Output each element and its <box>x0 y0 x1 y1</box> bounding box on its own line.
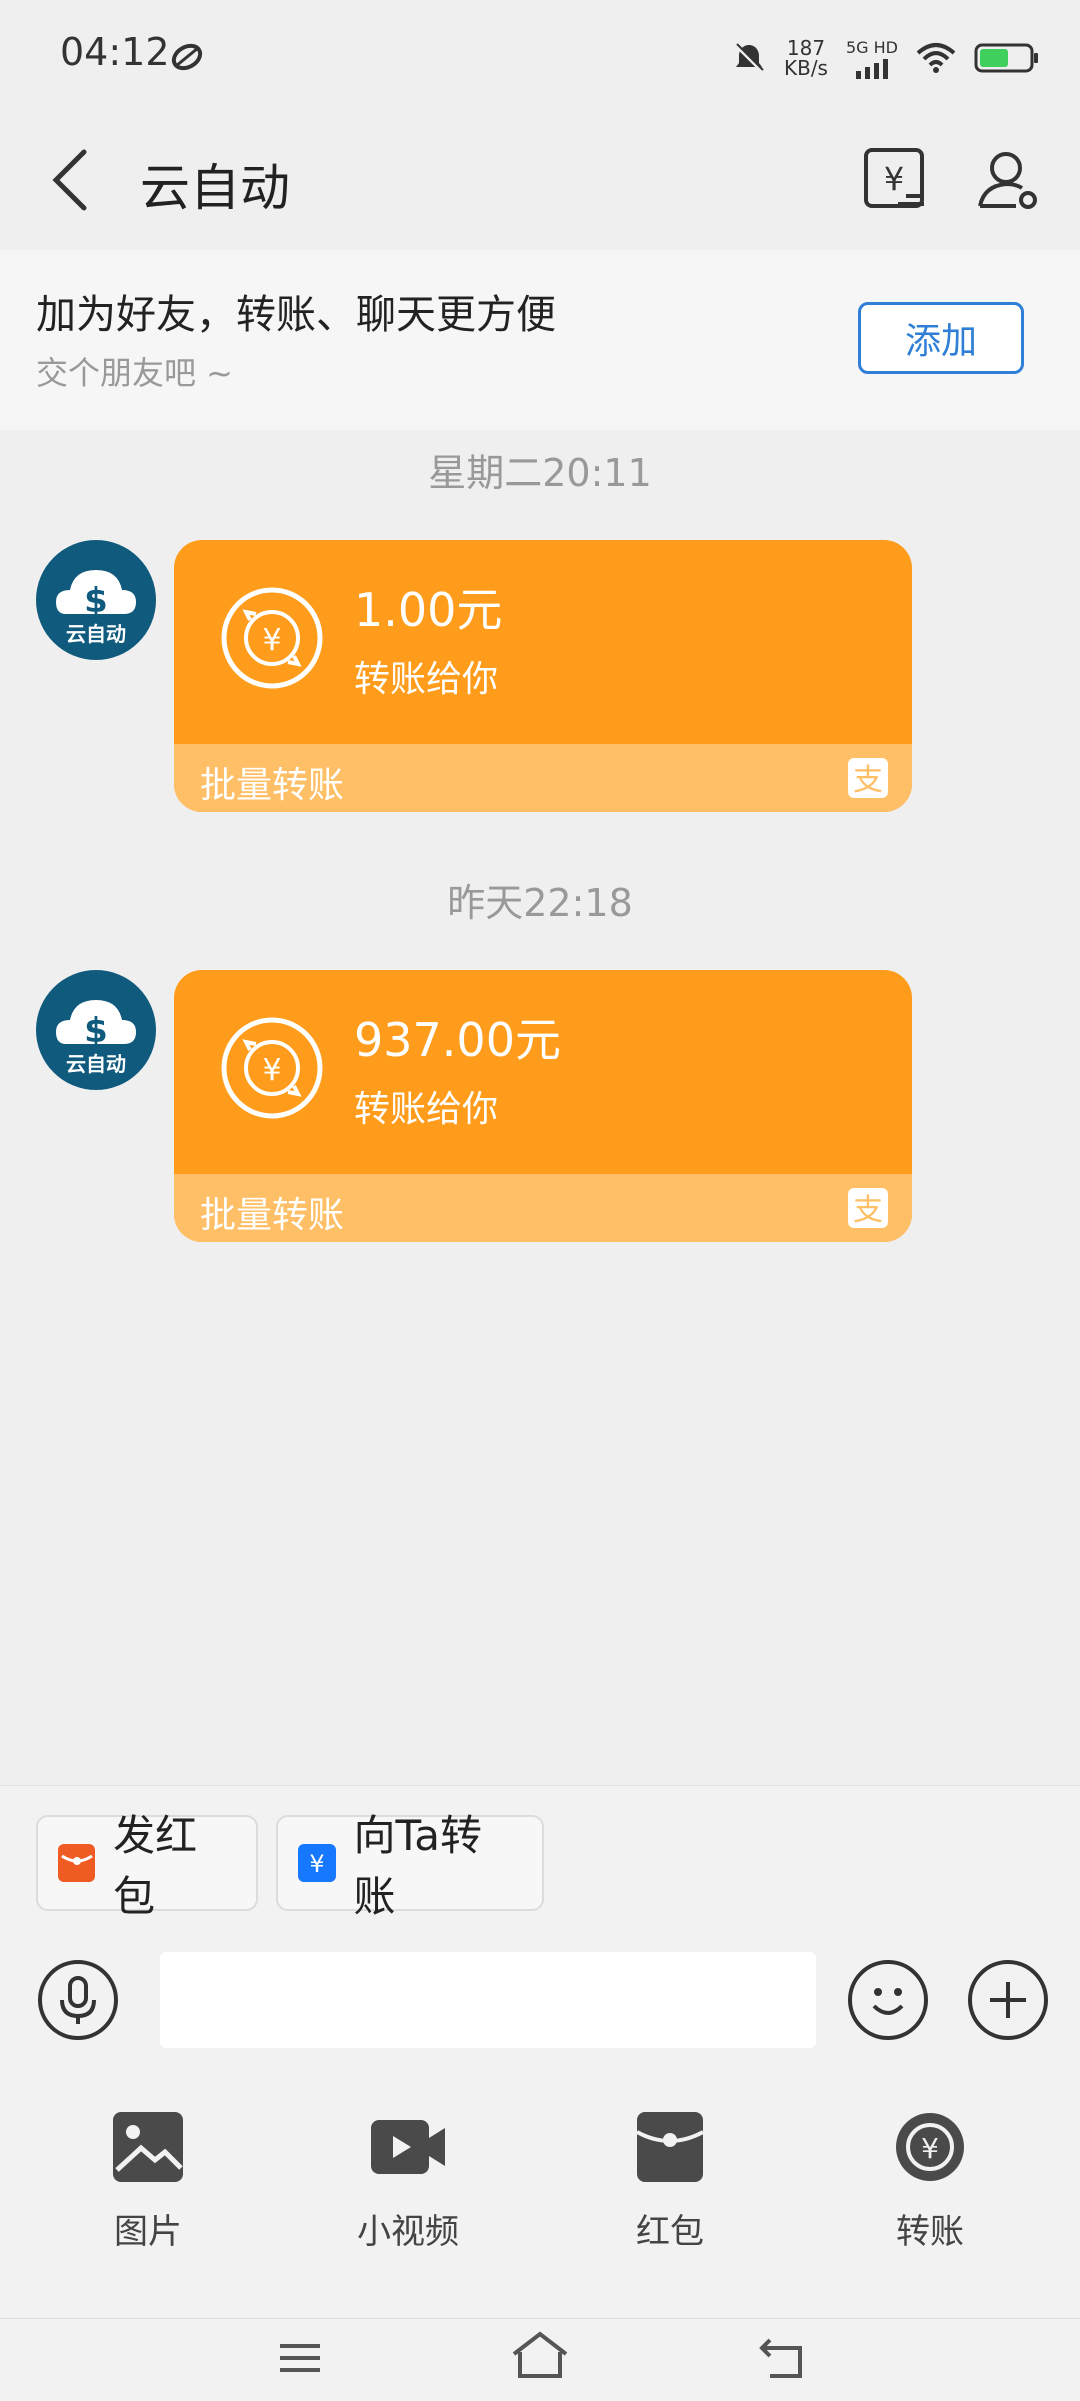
send-red-packet-label: 发红包 <box>113 1811 198 1921</box>
network-type: 5G HD <box>845 37 898 57</box>
voice-button[interactable] <box>38 1960 118 2040</box>
transfer-card-icon: ¥ <box>298 1844 336 1882</box>
alipay-icon: 支 <box>848 758 888 798</box>
smiley-icon <box>872 1988 904 2015</box>
back-nav-icon[interactable] <box>756 2332 808 2384</box>
send-red-packet-button[interactable]: 发红包 <box>36 1811 258 1921</box>
back-icon[interactable] <box>46 148 96 212</box>
red-packet-icon <box>636 2112 704 2182</box>
tool-video[interactable]: 小视频 <box>308 2110 508 2253</box>
card-footer: 批量转账 支 <box>174 744 912 812</box>
transfer-icon: ¥ <box>896 2113 964 2181</box>
transfer-to-ta-label: 向Ta转账 <box>353 1811 482 1921</box>
battery-icon <box>974 43 1038 73</box>
plus-icon <box>990 1982 1026 2018</box>
card-footer-label: 批量转账 <box>200 1195 345 1236</box>
tool-label: 图片 <box>114 2212 182 2252</box>
signal-indicator: 5G HD <box>846 38 898 79</box>
tool-label: 红包 <box>636 2212 704 2252</box>
avatar[interactable]: $ 云自动 <box>36 540 156 660</box>
transfer-amount: 1.00元 <box>354 583 503 637</box>
emoji-button[interactable] <box>848 1960 928 2040</box>
svg-text:¥: ¥ <box>262 1053 281 1088</box>
transfer-description: 转账给你 <box>354 659 499 700</box>
svg-text:¥: ¥ <box>309 1850 324 1878</box>
bill-icon[interactable]: ¥ <box>862 146 928 214</box>
tool-image[interactable]: 图片 <box>48 2110 248 2253</box>
avatar-label: 云自动 <box>66 1052 126 1076</box>
signal-bars-icon <box>855 58 888 79</box>
svg-text:$: $ <box>84 581 108 621</box>
microphone-icon <box>60 1976 96 2024</box>
tool-transfer[interactable]: ¥ 转账 <box>830 2110 1030 2253</box>
status-time: 04:12 <box>60 30 170 74</box>
transfer-description: 转账给你 <box>354 1089 499 1130</box>
alipay-icon: 支 <box>848 1188 888 1228</box>
message-time: 星期二20:11 <box>428 451 652 495</box>
tool-red-packet[interactable]: 红包 <box>570 2110 770 2253</box>
home-icon[interactable] <box>510 2330 570 2382</box>
video-icon <box>371 2120 445 2174</box>
transfer-amount: 937.00元 <box>354 1013 561 1067</box>
more-button[interactable] <box>968 1960 1048 2040</box>
profile-icon[interactable] <box>976 148 1040 212</box>
svg-text:¥: ¥ <box>921 2132 939 2165</box>
menu-icon[interactable] <box>276 2334 324 2382</box>
net-speed: 187 KB/s <box>784 38 828 78</box>
image-icon <box>113 2112 183 2182</box>
net-speed-value: 187 <box>786 36 826 60</box>
transfer-card[interactable]: ¥ 1.00元 转账给你 批量转账 支 <box>174 540 912 812</box>
message-input[interactable] <box>160 1952 816 2048</box>
message-time: 昨天22:18 <box>447 881 633 925</box>
tool-label: 转账 <box>896 2212 964 2252</box>
banner-subtitle: 交个朋友吧 ~ <box>36 354 233 392</box>
avatar[interactable]: $ 云自动 <box>36 970 156 1090</box>
status-icons: 187 KB/s 5G HD <box>732 30 1040 86</box>
avatar-label: 云自动 <box>66 622 126 646</box>
page-title: 云自动 <box>140 159 290 217</box>
svg-text:$: $ <box>84 1011 108 1051</box>
mute-bell-icon <box>734 43 764 73</box>
card-footer: 批量转账 支 <box>174 1174 912 1242</box>
svg-text:¥: ¥ <box>262 623 281 658</box>
svg-text:支: 支 <box>853 1193 883 1228</box>
tool-label: 小视频 <box>357 2212 459 2252</box>
wifi-icon <box>916 43 956 73</box>
transfer-yuan-icon: ¥ <box>221 587 323 689</box>
sync-icon <box>170 40 204 74</box>
add-friend-button[interactable]: 添加 <box>858 302 1024 374</box>
svg-text:¥: ¥ <box>884 160 904 198</box>
svg-text:支: 支 <box>853 763 883 798</box>
transfer-card[interactable]: ¥ 937.00元 转账给你 批量转账 支 <box>174 970 912 1242</box>
net-speed-unit: KB/s <box>783 56 828 80</box>
card-footer-label: 批量转账 <box>200 765 345 806</box>
banner-title: 加为好友，转账、聊天更方便 <box>36 292 556 338</box>
transfer-to-ta-button[interactable]: ¥ 向Ta转账 <box>276 1811 544 1921</box>
transfer-yuan-icon: ¥ <box>221 1017 323 1119</box>
red-packet-icon <box>58 1844 96 1882</box>
